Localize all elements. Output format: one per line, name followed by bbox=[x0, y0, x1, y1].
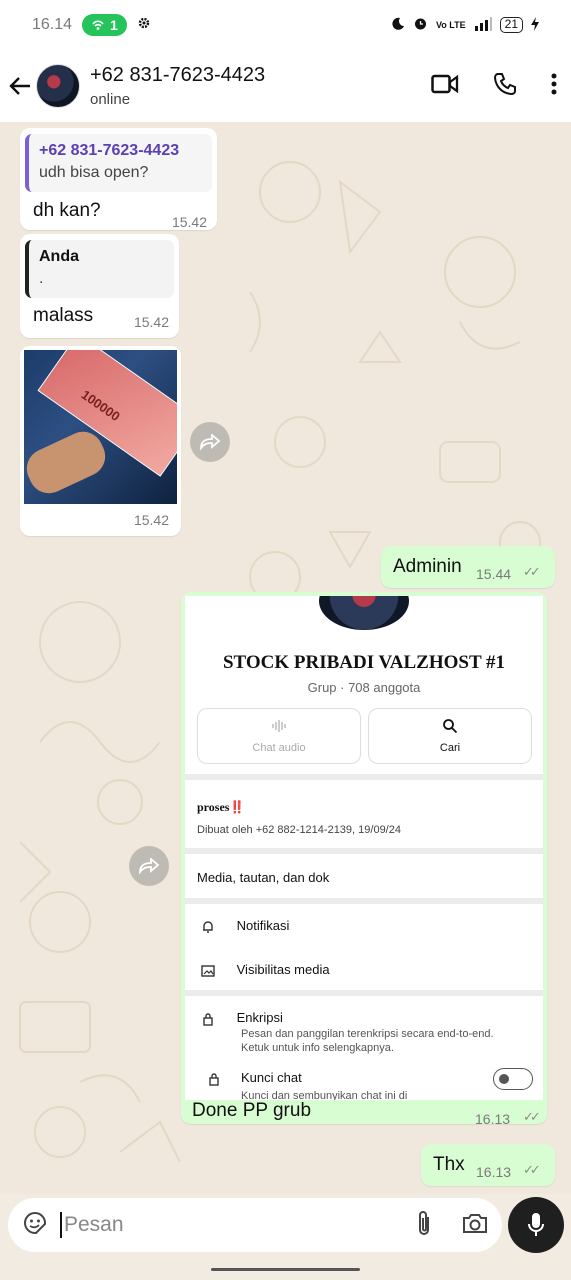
message-time: 16.13 bbox=[475, 1111, 511, 1127]
forward-icon[interactable] bbox=[129, 846, 169, 886]
message-time: 15.42 bbox=[133, 314, 169, 330]
volte-label: Vo LTE bbox=[435, 19, 466, 30]
quote-sender: Anda bbox=[39, 248, 79, 265]
message-caption: Done PP grub bbox=[192, 1100, 312, 1121]
message-time: 15.42 bbox=[133, 512, 169, 528]
group-title: STOCK PRIBADI VALZHOST #1 bbox=[222, 652, 506, 673]
message-input[interactable]: Pesan bbox=[64, 1213, 124, 1237]
group-description: proses‼️ bbox=[197, 800, 245, 814]
battery-level: 21 bbox=[499, 17, 523, 33]
quote-sender: +62 831-7623-4423 bbox=[39, 142, 180, 159]
search-icon bbox=[443, 719, 458, 734]
message-time: 15.42 bbox=[171, 214, 207, 230]
search-button[interactable]: Cari bbox=[368, 708, 532, 764]
read-ticks-icon: ✓✓ bbox=[523, 1162, 541, 1177]
attach-icon[interactable] bbox=[416, 1209, 432, 1242]
divider bbox=[185, 990, 543, 996]
settings-gear-icon bbox=[137, 16, 151, 35]
chat-lock-text: Kunci chat bbox=[241, 1070, 302, 1085]
status-time: 16.14 bbox=[32, 16, 73, 33]
chat-lock-row-visible[interactable]: Kunci chat Kunci dan sembunyikan chat in… bbox=[185, 1064, 543, 1100]
chat-lock-desc: Kunci dan sembunyikan chat ini di bbox=[241, 1090, 408, 1100]
money-photo[interactable]: 100000 bbox=[24, 350, 177, 504]
media-visibility-row[interactable]: Visibilitas media bbox=[185, 962, 543, 978]
quote-text: udh bisa open? bbox=[39, 164, 149, 181]
image-message-bubble[interactable]: 100000 15.42 bbox=[20, 346, 181, 536]
hotspot-count: 1 bbox=[110, 17, 118, 33]
group-created-info: Dibuat oleh +62 882-1214-2139, 19/09/24 bbox=[197, 824, 401, 836]
message-bubble-incoming[interactable]: +62 831-7623-4423 udh bisa open? dh kan?… bbox=[20, 128, 217, 230]
group-subtitle: Grup · 708 anggota bbox=[307, 680, 421, 695]
chat-audio-button[interactable]: Chat audio bbox=[197, 708, 361, 764]
forward-icon[interactable] bbox=[190, 422, 230, 462]
message-text: dh kan? bbox=[33, 200, 101, 221]
image-icon bbox=[201, 964, 215, 977]
system-nav-bar bbox=[0, 1256, 571, 1280]
message-text: Thx bbox=[433, 1154, 465, 1175]
moon-icon bbox=[391, 17, 405, 34]
encryption-row[interactable]: Enkripsi bbox=[185, 1010, 543, 1026]
contact-status: online bbox=[90, 91, 131, 108]
sticker-icon[interactable] bbox=[22, 1210, 48, 1241]
header-actions bbox=[431, 72, 557, 101]
quoted-message[interactable]: +62 831-7623-4423 udh bisa open? bbox=[25, 134, 212, 192]
message-bubble-outgoing[interactable]: Adminin 15.44 ✓✓ bbox=[381, 546, 555, 588]
voice-call-icon[interactable] bbox=[493, 72, 517, 101]
hotspot-badge: 1 bbox=[82, 14, 127, 36]
audio-wave-icon bbox=[272, 720, 286, 732]
message-bubble-incoming[interactable]: Anda . malass 15.42 bbox=[20, 234, 179, 338]
contact-name: +62 831-7623-4423 bbox=[90, 64, 266, 86]
message-input-bar[interactable]: Pesan bbox=[8, 1198, 502, 1252]
message-time: 16.13 bbox=[476, 1164, 512, 1180]
video-call-icon[interactable] bbox=[431, 74, 459, 99]
status-bar: 16.14 1 Vo LTE 21 bbox=[0, 0, 571, 50]
more-options-icon[interactable] bbox=[551, 73, 557, 100]
back-arrow-icon[interactable] bbox=[6, 72, 34, 100]
chat-lock-icon bbox=[209, 1073, 219, 1086]
media-visibility-label: Visibilitas media bbox=[236, 962, 330, 977]
voice-record-button[interactable] bbox=[508, 1197, 564, 1253]
lock-icon bbox=[203, 1012, 213, 1026]
quote-text: . bbox=[39, 270, 44, 287]
status-right: Vo LTE 21 bbox=[391, 16, 539, 34]
search-label: Cari bbox=[439, 742, 461, 754]
divider bbox=[185, 898, 543, 904]
message-bubble-outgoing[interactable]: Thx 16.13 ✓✓ bbox=[421, 1144, 555, 1186]
microphone-icon bbox=[528, 1213, 544, 1236]
group-avatar bbox=[319, 596, 409, 630]
contact-avatar[interactable] bbox=[36, 64, 80, 108]
contact-info[interactable]: +62 831-7623-4423 online bbox=[90, 64, 265, 108]
message-text: malass bbox=[33, 305, 94, 326]
encryption-desc-2: Ketuk untuk info selengkapnya. bbox=[241, 1042, 394, 1054]
group-info-screenshot[interactable]: STOCK PRIBADI VALZHOST #1 Grup · 708 ang… bbox=[185, 596, 543, 1076]
chat-area[interactable]: +62 831-7623-4423 udh bisa open? dh kan?… bbox=[0, 122, 571, 1194]
chat-audio-label: Chat audio bbox=[252, 742, 306, 754]
divider bbox=[185, 774, 543, 780]
image-message-bubble-outgoing[interactable]: STOCK PRIBADI VALZHOST #1 Grup · 708 ang… bbox=[181, 592, 547, 1127]
home-gesture-pill[interactable] bbox=[211, 1268, 360, 1271]
encryption-desc-1: Pesan dan panggilan terenkripsi secara e… bbox=[241, 1028, 494, 1040]
text-caret bbox=[60, 1212, 62, 1238]
camera-icon[interactable] bbox=[462, 1212, 488, 1239]
message-text: Adminin bbox=[393, 556, 462, 577]
encryption-label: Enkripsi bbox=[236, 1010, 283, 1025]
media-links-row[interactable]: Media, tautan, dan dok bbox=[185, 870, 543, 885]
notification-row[interactable]: Notifikasi bbox=[185, 918, 543, 934]
chat-header: +62 831-7623-4423 online bbox=[0, 50, 571, 122]
charging-icon bbox=[531, 16, 539, 34]
chat-lock-toggle[interactable] bbox=[493, 1068, 533, 1090]
message-time: 15.44 bbox=[476, 566, 512, 582]
read-ticks-icon: ✓✓ bbox=[523, 564, 541, 579]
alarm-icon bbox=[413, 16, 428, 34]
divider bbox=[185, 848, 543, 854]
hotspot-icon bbox=[92, 20, 104, 30]
notification-label: Notifikasi bbox=[236, 918, 290, 933]
quoted-message[interactable]: Anda . bbox=[25, 240, 174, 298]
read-ticks-icon: ✓✓ bbox=[523, 1109, 541, 1124]
signal-icon bbox=[474, 16, 492, 34]
bell-icon bbox=[203, 920, 213, 933]
